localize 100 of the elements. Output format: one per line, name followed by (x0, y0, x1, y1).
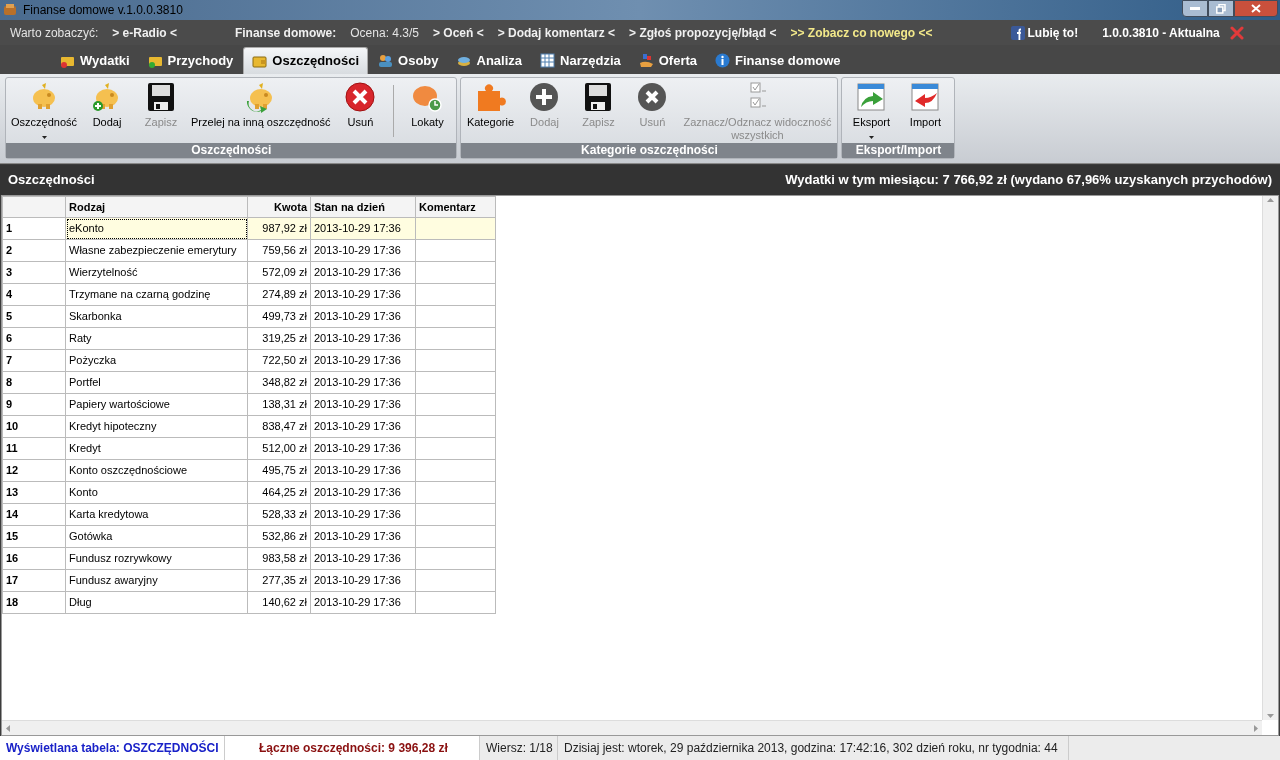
table-row[interactable]: 1 eKonto 987,92 zł 2013-10-29 17:36 (2, 217, 496, 240)
table-row[interactable]: 4 Trzymane na czarną godzinę 274,89 zł 2013-10-29 17:36 (2, 283, 496, 306)
table-cell: Wierzytelność (65, 261, 248, 284)
tab[interactable]: Przychody (139, 47, 242, 74)
table-row[interactable]: 7 Pożyczka 722,50 zł 2013-10-29 17:36 (2, 349, 496, 372)
horizontal-scrollbar[interactable] (2, 720, 1262, 735)
table-row[interactable]: 13 Konto 464,25 zł 2013-10-29 17:36 (2, 481, 496, 504)
info-link[interactable]: > e-Radio < (112, 23, 177, 42)
like-link[interactable]: Lubię to! (1010, 23, 1079, 42)
restore-button[interactable] (1208, 0, 1234, 17)
table-row[interactable]: 12 Konto oszczędnościowe 495,75 zł 2013-10-29 17:36 (2, 459, 496, 482)
tab-icon (540, 53, 556, 68)
close-button[interactable] (1234, 0, 1278, 17)
table-row[interactable]: 17 Fundusz awaryjny 277,35 zł 2013-10-29 17:36 (2, 569, 496, 592)
tab[interactable]: Analiza (448, 47, 531, 74)
table-cell: Fundusz rozrywkowy (65, 547, 248, 570)
table-cell: 138,31 zł (247, 393, 311, 416)
table-cell: 2013-10-29 17:36 (310, 217, 416, 240)
table-cell: 2013-10-29 17:36 (310, 283, 416, 306)
info-heading: Finanse domowe: (234, 24, 337, 42)
whats-new-link[interactable]: >> Zobacz co nowego << (790, 23, 933, 42)
toolbar-button[interactable]: Oszczędność (8, 81, 81, 139)
minimize-button[interactable] (1182, 0, 1208, 17)
table-row[interactable]: 5 Skarbonka 499,73 zł 2013-10-29 17:36 (2, 305, 496, 328)
toolbar-button[interactable]: Kategorie (463, 81, 518, 129)
toolbar-button[interactable]: Usuń (333, 81, 388, 129)
table-cell: 759,56 zł (247, 239, 311, 262)
tab[interactable]: Oszczędności (243, 47, 369, 74)
vertical-scrollbar[interactable] (1262, 196, 1278, 720)
info-link[interactable]: > Zgłoś propozycję/błąd < (629, 23, 777, 42)
tab[interactable]: Oferta (630, 47, 706, 74)
table-row[interactable]: 3 Wierzytelność 572,09 zł 2013-10-29 17:36 (2, 261, 496, 284)
table-cell: 2013-10-29 17:36 (310, 481, 416, 504)
table-row[interactable]: 6 Raty 319,25 zł 2013-10-29 17:36 (2, 327, 496, 350)
row-number: 13 (2, 481, 66, 504)
column-header[interactable]: Stan na dzień (310, 196, 416, 218)
dropdown-arrow-icon (868, 136, 874, 139)
restore-icon (1216, 3, 1226, 14)
toolbar-button[interactable]: Eksport (844, 81, 899, 139)
row-number: 9 (2, 393, 66, 416)
scroll-up-icon[interactable] (1267, 198, 1274, 202)
table-cell: Skarbonka (65, 305, 248, 328)
table-cell: 2013-10-29 17:36 (310, 437, 416, 460)
table-cell: Kredyt hipoteczny (65, 415, 248, 438)
table-cell: Kredyt (65, 437, 248, 460)
row-number: 15 (2, 525, 66, 548)
info-label: Warto zobaczyć: (10, 24, 99, 42)
table-cell: eKonto (65, 217, 248, 240)
tab[interactable]: Wydatki (52, 47, 138, 74)
toolbar-button[interactable]: Lokaty (400, 81, 455, 129)
toolbar-button[interactable]: Przelej na inną oszczędność (188, 81, 334, 129)
row-number: 5 (2, 305, 66, 328)
table-row[interactable]: 15 Gotówka 532,86 zł 2013-10-29 17:36 (2, 525, 496, 548)
row-number: 11 (2, 437, 66, 460)
table-row[interactable]: 11 Kredyt 512,00 zł 2013-10-29 17:36 (2, 437, 496, 460)
row-position-status: Wiersz: 1/18 (480, 736, 558, 760)
table-row[interactable]: 9 Papiery wartościowe 138,31 zł 2013-10-29 17:36 (2, 393, 496, 416)
close-bar-button[interactable] (1229, 25, 1244, 40)
column-header[interactable]: Komentarz (415, 196, 496, 218)
table-row[interactable]: 10 Kredyt hipoteczny 838,47 zł 2013-10-29 17:36 (2, 415, 496, 438)
toolbar-button[interactable]: Import (898, 81, 953, 129)
table-row[interactable]: 14 Karta kredytowa 528,33 zł 2013-10-29 17:36 (2, 503, 496, 526)
table-cell: 2013-10-29 17:36 (310, 305, 416, 328)
scroll-right-icon[interactable] (1254, 724, 1258, 732)
table-cell: 2013-10-29 17:36 (310, 239, 416, 262)
tab[interactable]: Osoby (370, 47, 447, 74)
table-cell: Własne zabezpieczenie emerytury (65, 239, 248, 262)
table-row[interactable]: 2 Własne zabezpieczenie emerytury 759,56 zł 2013-10-29 17:36 (2, 239, 496, 262)
tab[interactable]: Narzędzia (532, 47, 629, 74)
column-header[interactable]: Kwota (247, 196, 311, 218)
table-cell: Konto (65, 481, 248, 504)
section-title: Oszczędności (8, 171, 95, 190)
version-status: 1.0.0.3810 - Aktualna (1102, 24, 1220, 42)
table-cell: 2013-10-29 17:36 (310, 371, 416, 394)
plus-circle-icon (528, 81, 561, 113)
column-header[interactable]: Rodzaj (65, 196, 248, 218)
table-cell: 348,82 zł (247, 371, 311, 394)
tab[interactable]: Finanse domowe (707, 47, 849, 74)
current-table-status: Wyświetlana tabela: OSZCZĘDNOŚCI (0, 736, 225, 760)
table-cell: 987,92 zł (247, 217, 311, 240)
delete-icon (344, 81, 377, 113)
info-link[interactable]: > Dodaj komentarz < (497, 23, 616, 42)
table-cell: 838,47 zł (247, 415, 311, 438)
scroll-left-icon[interactable] (6, 724, 10, 732)
table-cell: Pożyczka (65, 349, 248, 372)
table-row[interactable]: 18 Dług 140,62 zł 2013-10-29 17:36 (2, 591, 496, 614)
info-link[interactable]: > Oceń < (433, 23, 484, 42)
row-number: 10 (2, 415, 66, 438)
table-cell: Gotówka (65, 525, 248, 548)
toolbar-button[interactable]: Dodaj (80, 81, 135, 129)
row-number: 2 (2, 239, 66, 262)
table-row[interactable]: 16 Fundusz rozrywkowy 983,58 zł 2013-10-29 17:36 (2, 547, 496, 570)
scroll-down-icon[interactable] (1267, 714, 1274, 718)
table-cell: 277,35 zł (247, 569, 311, 592)
table-row[interactable]: 8 Portfel 348,82 zł 2013-10-29 17:36 (2, 371, 496, 394)
table-cell: Dług (65, 591, 248, 614)
row-number: 14 (2, 503, 66, 526)
table-cell: Karta kredytowa (65, 503, 248, 526)
app-icon (3, 3, 17, 17)
table-cell: 274,89 zł (247, 283, 311, 306)
